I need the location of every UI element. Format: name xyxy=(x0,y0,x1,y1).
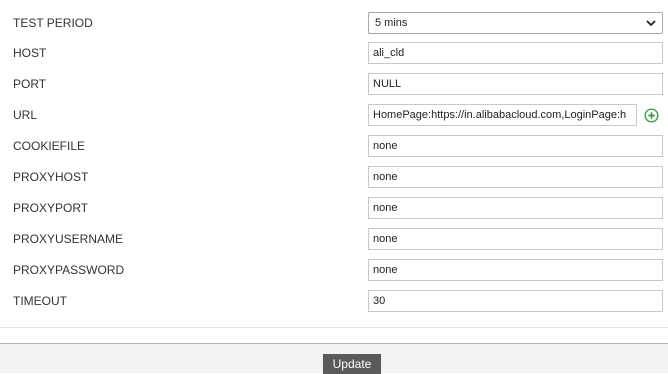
form-divider xyxy=(0,327,668,328)
row-host: HOST xyxy=(0,42,668,64)
row-proxyport: PROXYPORT xyxy=(0,197,668,219)
host-input[interactable] xyxy=(368,42,663,64)
row-proxyusername: PROXYUSERNAME xyxy=(0,228,668,250)
row-proxypassword: PROXYPASSWORD xyxy=(0,259,668,281)
proxyport-input[interactable] xyxy=(368,197,663,219)
row-cookiefile: COOKIEFILE xyxy=(0,135,668,157)
port-label: PORT xyxy=(13,77,47,91)
port-input[interactable] xyxy=(368,73,663,95)
timeout-input[interactable] xyxy=(368,290,663,312)
footer-bar: Update xyxy=(0,343,668,374)
timeout-label: TIMEOUT xyxy=(13,294,67,308)
settings-form: TEST PERIOD 5 mins HOST PORT URL COOKIEF… xyxy=(0,0,668,328)
proxyhost-label: PROXYHOST xyxy=(13,170,89,184)
test-period-value: 5 mins xyxy=(375,17,408,29)
row-timeout: TIMEOUT xyxy=(0,290,668,312)
proxyusername-label: PROXYUSERNAME xyxy=(13,232,124,246)
row-url: URL xyxy=(0,104,668,126)
test-period-label: TEST PERIOD xyxy=(13,16,93,30)
proxyport-label: PROXYPORT xyxy=(13,201,89,215)
test-period-select[interactable]: 5 mins xyxy=(368,12,663,34)
cookiefile-input[interactable] xyxy=(368,135,663,157)
url-input[interactable] xyxy=(368,104,637,126)
row-test-period: TEST PERIOD 5 mins xyxy=(0,12,668,34)
proxyusername-input[interactable] xyxy=(368,228,663,250)
url-label: URL xyxy=(13,108,38,122)
proxypassword-input[interactable] xyxy=(368,259,663,281)
update-button[interactable]: Update xyxy=(323,354,381,374)
plus-circle-icon[interactable] xyxy=(644,108,659,123)
proxyhost-input[interactable] xyxy=(368,166,663,188)
cookiefile-label: COOKIEFILE xyxy=(13,139,86,153)
chevron-down-icon xyxy=(646,20,656,27)
host-label: HOST xyxy=(13,46,47,60)
row-port: PORT xyxy=(0,73,668,95)
row-proxyhost: PROXYHOST xyxy=(0,166,668,188)
proxypassword-label: PROXYPASSWORD xyxy=(13,263,125,277)
